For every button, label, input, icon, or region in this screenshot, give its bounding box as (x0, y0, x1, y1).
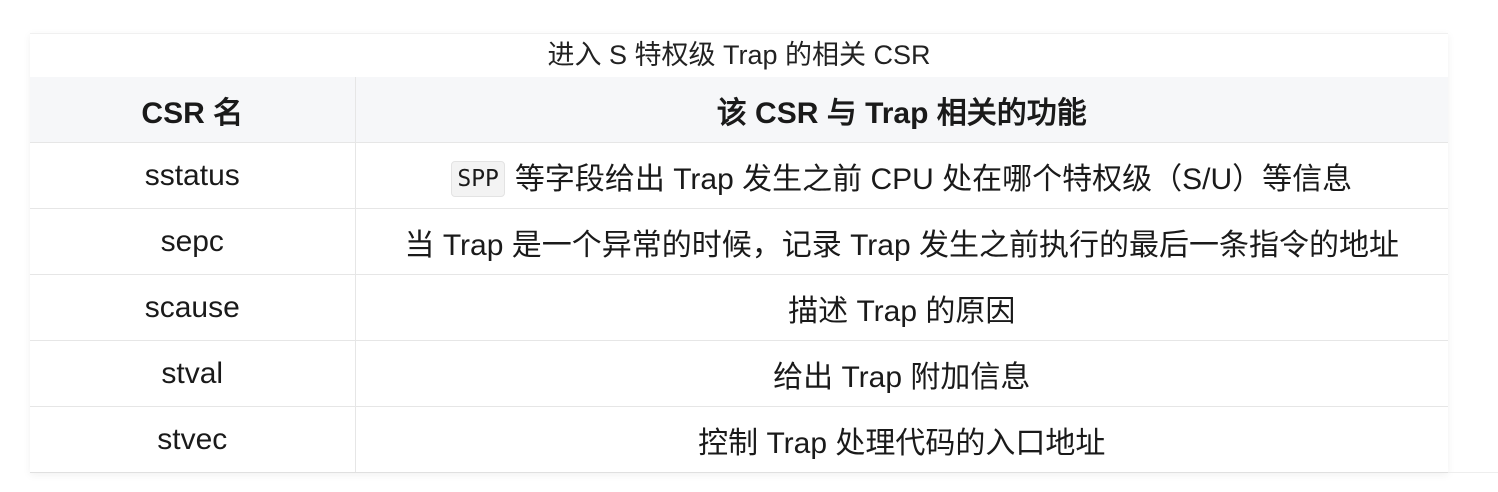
function-text: 等字段给出 Trap 发生之前 CPU 处在哪个特权级（S/U）等信息 (514, 162, 1353, 196)
table-row: scause 描述 Trap 的原因 (30, 274, 1448, 341)
table-caption: 进入 S 特权级 Trap 的相关 CSR (30, 33, 1448, 77)
csr-table: CSR 名 该 CSR 与 Trap 相关的功能 sstatus SPP 等字段给… (30, 77, 1448, 473)
divider-line (1448, 472, 1498, 473)
csr-function-cell: 当 Trap 是一个异常的时候，记录 Trap 发生之前执行的最后一条指令的地址 (354, 208, 1448, 275)
header-function: 该 CSR 与 Trap 相关的功能 (354, 77, 1448, 143)
csr-function-cell: 给出 Trap 附加信息 (354, 340, 1448, 407)
table-row: stvec 控制 Trap 处理代码的入口地址 (30, 406, 1448, 473)
csr-name-cell: scause (30, 274, 355, 341)
table-header-row: CSR 名 该 CSR 与 Trap 相关的功能 (30, 77, 1448, 143)
csr-name-cell: sstatus (30, 142, 355, 209)
csr-table-container: 进入 S 特权级 Trap 的相关 CSR CSR 名 该 CSR 与 Trap… (30, 33, 1448, 473)
header-csr-name: CSR 名 (30, 77, 355, 143)
csr-name-cell: stvec (30, 406, 355, 473)
csr-function-cell: SPP 等字段给出 Trap 发生之前 CPU 处在哪个特权级（S/U）等信息 (354, 142, 1448, 209)
csr-name-cell: stval (30, 340, 355, 407)
csr-function-cell: 控制 Trap 处理代码的入口地址 (354, 406, 1448, 473)
table-row: sstatus SPP 等字段给出 Trap 发生之前 CPU 处在哪个特权级（S… (30, 142, 1448, 209)
table-row: stval 给出 Trap 附加信息 (30, 340, 1448, 407)
inline-code: SPP (451, 160, 505, 197)
csr-name-cell: sepc (30, 208, 355, 275)
csr-function-cell: 描述 Trap 的原因 (354, 274, 1448, 341)
table-row: sepc 当 Trap 是一个异常的时候，记录 Trap 发生之前执行的最后一条… (30, 208, 1448, 275)
